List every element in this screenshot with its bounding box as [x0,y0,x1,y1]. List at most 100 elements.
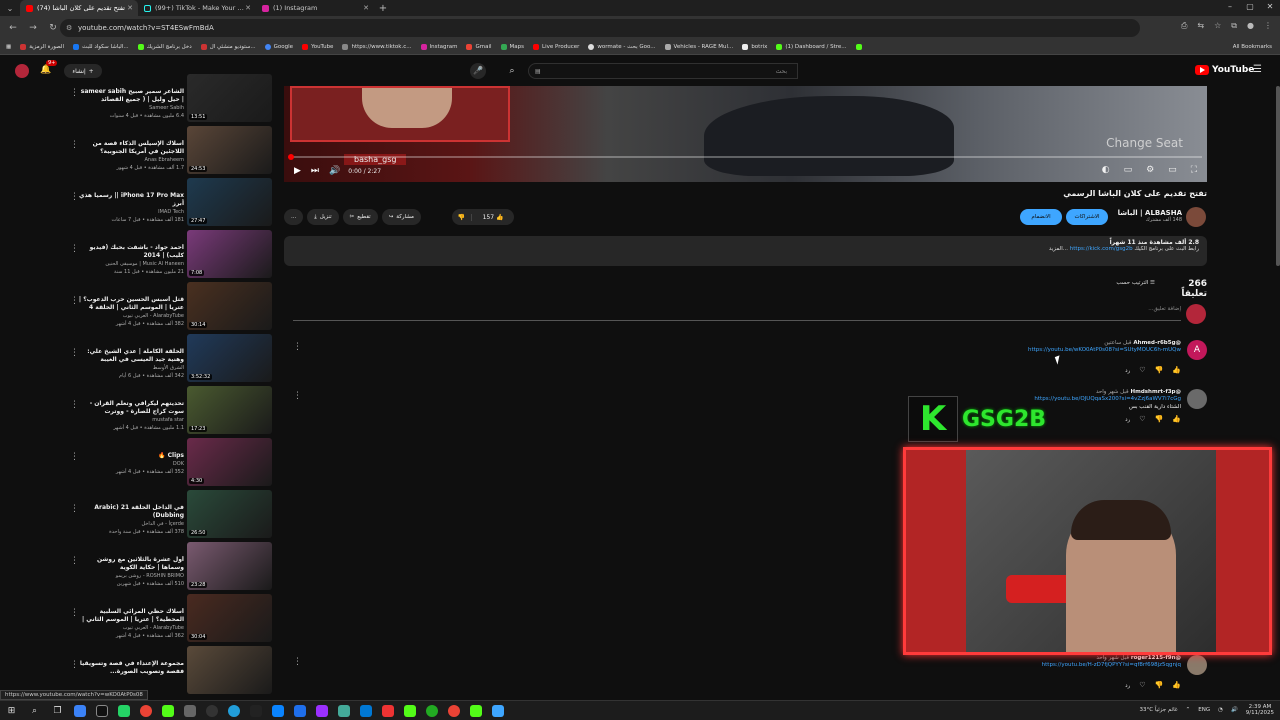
rec-thumbnail[interactable]: 7:08 [187,230,272,278]
language-indicator[interactable]: ENG [1198,707,1210,713]
bookmark-item[interactable]: Google [264,44,293,50]
close-tab-icon[interactable]: ✕ [127,4,133,12]
rec-thumbnail[interactable]: 24:53 [187,126,272,174]
search-input[interactable]: ▤ بحث [528,63,798,79]
recommended-video[interactable]: ⋮ الشاعر سمير صبيح sameer sabih | حيل ولي… [0,74,280,126]
comment-more-icon[interactable]: ⋮ [293,657,302,667]
app-icon[interactable] [338,704,350,717]
wifi-icon[interactable]: ◔ [1218,707,1223,713]
chrome-icon[interactable] [448,704,460,717]
add-comment-input[interactable]: إضافة تعليق... [293,306,1181,321]
tab-tiktok[interactable]: (99+) TikTok - Make Your Day ✕ [138,0,256,16]
more-actions-button[interactable]: ... [284,209,304,225]
bookmark-item[interactable]: Vehicles - RAGE Mul... [664,44,733,50]
rec-title[interactable]: الشاعر سمير صبيح sameer sabih | حيل وليل… [78,88,184,104]
more-vert-icon[interactable]: ⋮ [70,400,79,410]
forward-icon[interactable]: → [26,23,40,33]
close-window-icon[interactable]: ✕ [1260,0,1280,16]
maximize-icon[interactable]: ▢ [1240,0,1260,16]
bookmark-item[interactable]: الباشا سكواد للبث... [73,44,129,50]
recommended-video[interactable]: ⋮ أول عشرة بالثلاثين مع روشن وسماها | حكا… [0,542,280,594]
more-vert-icon[interactable]: ⋮ [70,452,79,462]
rec-thumbnail[interactable]: 4:30 [187,438,272,486]
bookmark-item[interactable]: دخل برنامج الشريك [137,44,192,50]
kick-link[interactable]: https://kick.com/gsg2b [1070,246,1133,252]
heart-icon[interactable]: ♡ [1139,415,1145,423]
bookmark-item[interactable]: Instagram [420,44,457,50]
rec-thumbnail[interactable]: 30:04 [187,594,272,642]
recommended-video[interactable]: ⋮ قتل أسبس الحسين حرب الدعوب؟ | عتريا | ا… [0,282,280,334]
search-button[interactable]: ⌕ [500,63,524,79]
rec-title[interactable]: تحديتهم ليكرافي وتعلم القرآن - سوت كراج … [78,400,184,416]
site-info-icon[interactable]: ⚙ [66,24,72,32]
app-icon[interactable] [404,704,416,717]
join-button[interactable]: الانضمام [1020,209,1062,225]
subscribe-button[interactable]: الاشتراكات [1066,209,1108,225]
app-icon[interactable] [250,704,262,717]
more-vert-icon[interactable]: ⋮ [70,296,79,306]
subtitles-icon[interactable]: ▭ [1124,165,1133,175]
kick-icon[interactable] [855,44,862,50]
volume-icon[interactable]: 🔊 [329,166,340,176]
more-vert-icon[interactable]: ⋮ [70,504,79,514]
rec-thumbnail[interactable]: 27:47 [187,178,272,226]
tab-search-icon[interactable]: ⌄ [0,0,20,16]
kick-icon[interactable] [162,704,174,717]
comment-more-icon[interactable]: ⋮ [293,342,302,352]
scrubber-handle[interactable] [288,154,294,160]
bookmark-item[interactable]: Live Producer [533,44,579,50]
show-more[interactable]: ...المزيد [1049,246,1068,252]
rec-thumbnail[interactable]: 26:50 [187,490,272,538]
comment-link[interactable]: https://youtu.be/wKO0AtP0s08?si=SUtyMOUC… [481,346,1181,354]
rec-title[interactable]: أول عشرة بالثلاثين مع روشن وسماها | حكاي… [78,556,184,572]
url-field[interactable]: ⚙ youtube.com/watch?v=ST4ESwFmBdA [60,19,1140,37]
play-icon[interactable]: ▶ [294,166,301,176]
app-icon[interactable] [96,704,108,717]
bookmark-item[interactable]: wormate - بحث Goo... [588,44,656,50]
telegram-icon[interactable] [228,704,240,717]
rec-title[interactable]: أسلاك الإسيلس الذكاء قصة من اللاجئين في … [78,140,184,156]
more-vert-icon[interactable]: ⋮ [70,660,79,670]
bookmark-item[interactable]: (1) Dashboard / Stre... [776,44,847,50]
close-tab-icon[interactable]: ✕ [363,4,369,12]
theater-mode-icon[interactable]: ▭ [1168,165,1177,175]
new-tab-button[interactable]: + [374,3,392,14]
recommended-video[interactable]: ⋮ أحمد جواد - باشفت بحبك (فيديو كليب) | 2… [0,230,280,282]
autoplay-toggle-icon[interactable]: ◐ [1102,165,1110,175]
app-icon[interactable] [382,704,394,717]
dislike-icon[interactable]: 👎 [452,213,472,221]
recommended-video[interactable]: ⋮ تحديتهم ليكرافي وتعلم القرآن - سوت كراج… [0,386,280,438]
rec-title[interactable]: في الداخل الحلقة 21 (Arabic Dubbing) [78,504,184,520]
obs-icon[interactable] [206,704,218,717]
guide-menu-icon[interactable]: ☰ [1253,64,1262,75]
youtube-logo[interactable]: YouTube [1195,65,1254,75]
whatsapp-icon[interactable] [118,704,130,717]
install-app-icon[interactable]: ⎙ [1181,21,1187,31]
page-scrollbar[interactable] [1276,86,1280,266]
recommended-video[interactable]: ⋮ الحلقة الكاملة | عدي الشيخ علي: وهنية ج… [0,334,280,386]
channel-avatar[interactable] [1186,207,1206,227]
more-menu-icon[interactable]: ⋮ [1264,21,1272,31]
bookmark-star-icon[interactable]: ☆ [1214,21,1221,31]
recommended-video[interactable]: ⋮ Clips 🔥 DOK 352 ألف مشاهدة • قبل 4 أشهر 4:… [0,438,280,490]
rec-thumbnail[interactable] [187,646,272,694]
description-box[interactable]: 2.8 ألف مشاهدة منذ 11 شهراً رابط البث عل… [284,236,1207,266]
chrome-icon[interactable] [140,704,152,717]
rec-thumbnail[interactable]: 13:51 [187,74,272,122]
bookmark-item[interactable]: YouTube [302,44,333,50]
app-icon[interactable] [184,704,196,717]
app-icon[interactable] [272,704,284,717]
commenter-avatar[interactable] [1187,389,1207,409]
dislike-icon[interactable]: 👎 [1155,415,1164,423]
comment-more-icon[interactable]: ⋮ [293,391,302,401]
rec-title[interactable]: أحمد جواد - باشفت بحبك (فيديو كليب) | 20… [78,244,184,260]
sort-button[interactable]: الترتيب حسب ☰ [1100,280,1155,286]
edge-icon[interactable] [360,704,372,717]
bookmark-item[interactable]: https://www.tiktok.c... [342,44,412,50]
app-icon[interactable] [294,704,306,717]
bookmark-item[interactable]: Maps [500,44,524,50]
app-icon[interactable] [470,704,482,717]
rec-title[interactable]: قتل أسبس الحسين حرب الدعوب؟ | عتريا | ال… [78,296,184,312]
rec-title[interactable]: أسلاك حظي المرائي السلبية المحطية؟ | عتر… [78,608,184,624]
recommended-video[interactable]: ⋮ أسلاك حظي المرائي السلبية المحطية؟ | عت… [0,594,280,646]
